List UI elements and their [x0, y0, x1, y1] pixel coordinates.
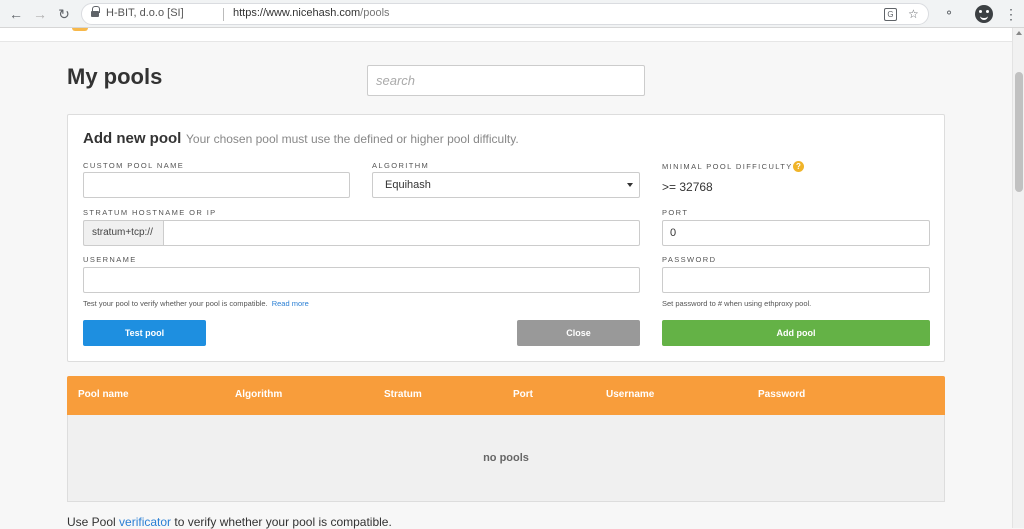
browser-toolbar: ← → ↻ H-BIT, d.o.o [SI] https://www.nice…	[0, 0, 1024, 28]
pools-table-body: no pools	[67, 415, 945, 502]
col-port: Port	[513, 389, 533, 400]
site-logo-fragment	[72, 28, 88, 31]
url-path: /pools	[360, 7, 390, 19]
help-question-icon[interactable]: ?	[793, 161, 804, 172]
custom-pool-name-input[interactable]	[83, 172, 350, 198]
add-pool-title: Add new pool	[83, 130, 182, 147]
bookmark-star-icon[interactable]: ☆	[908, 7, 919, 21]
extension-icon[interactable]: ⚬	[944, 6, 955, 20]
add-pool-subtitle: Your chosen pool must use the defined or…	[186, 132, 519, 146]
test-hint: Test your pool to verify whether your po…	[83, 299, 309, 308]
port-input[interactable]	[662, 220, 930, 246]
lock-icon	[91, 6, 100, 18]
col-username: Username	[606, 389, 655, 400]
scroll-up-arrow-icon[interactable]	[1016, 31, 1022, 35]
stratum-prefix: stratum+tcp://	[83, 220, 163, 246]
reload-icon[interactable]: ↻	[55, 5, 73, 23]
password-input[interactable]	[662, 267, 930, 293]
read-more-link[interactable]: Read more	[272, 299, 309, 308]
profile-avatar-icon[interactable]	[975, 5, 993, 23]
search-input[interactable]	[367, 65, 645, 96]
min-difficulty-value: >= 32768	[662, 180, 713, 194]
algorithm-selected-value: Equihash	[385, 179, 431, 191]
dropdown-arrow-icon	[627, 183, 633, 187]
add-pool-card: Add new pool Your chosen pool must use t…	[67, 114, 945, 362]
custom-pool-name-label: CUSTOM POOL NAME	[83, 161, 185, 170]
url-text: https://www.nicehash.com/pools	[233, 7, 390, 19]
address-bar[interactable]: H-BIT, d.o.o [SI] https://www.nicehash.c…	[81, 3, 929, 25]
page-scrollbar[interactable]	[1012, 28, 1024, 528]
site-identity: H-BIT, d.o.o [SI]	[106, 7, 184, 19]
footer-suffix: to verify whether your pool is compatibl…	[171, 515, 392, 529]
col-password: Password	[758, 389, 806, 400]
pools-table-header: Pool name Algorithm Stratum Port Usernam…	[67, 376, 945, 415]
site-header-strip	[0, 28, 1012, 42]
col-algorithm: Algorithm	[235, 389, 283, 400]
browser-menu-icon[interactable]: ⋮	[1004, 5, 1018, 23]
password-label: PASSWORD	[662, 255, 717, 264]
stratum-label: STRATUM HOSTNAME OR IP	[83, 208, 217, 217]
stratum-host-input[interactable]	[163, 220, 640, 246]
col-pool-name: Pool name	[78, 389, 129, 400]
verificator-link[interactable]: verificator	[119, 515, 171, 529]
page-title: My pools	[67, 64, 163, 89]
test-hint-text: Test your pool to verify whether your po…	[83, 299, 268, 308]
url-host: https://www.nicehash.com	[233, 7, 361, 19]
address-separator	[223, 8, 224, 21]
scrollbar-thumb[interactable]	[1015, 72, 1023, 192]
min-difficulty-label: MINIMAL POOL DIFFICULTY	[662, 162, 793, 171]
footer-note: Use Pool verificator to verify whether y…	[67, 515, 392, 529]
algorithm-select[interactable]: Equihash	[372, 172, 640, 198]
add-pool-button[interactable]: Add pool	[662, 320, 930, 346]
close-button[interactable]: Close	[517, 320, 640, 346]
port-label: PORT	[662, 208, 689, 217]
username-input[interactable]	[83, 267, 640, 293]
algorithm-label: ALGORITHM	[372, 161, 430, 170]
back-arrow-icon[interactable]: ←	[7, 5, 25, 23]
forward-arrow-icon[interactable]: →	[31, 5, 49, 23]
empty-state-text: no pools	[483, 452, 529, 464]
footer-prefix: Use Pool	[67, 515, 120, 529]
password-hint: Set password to # when using ethproxy po…	[662, 299, 812, 308]
col-stratum: Stratum	[384, 389, 422, 400]
translate-icon[interactable]: G	[884, 8, 897, 21]
test-pool-button[interactable]: Test pool	[83, 320, 206, 346]
username-label: USERNAME	[83, 255, 137, 264]
